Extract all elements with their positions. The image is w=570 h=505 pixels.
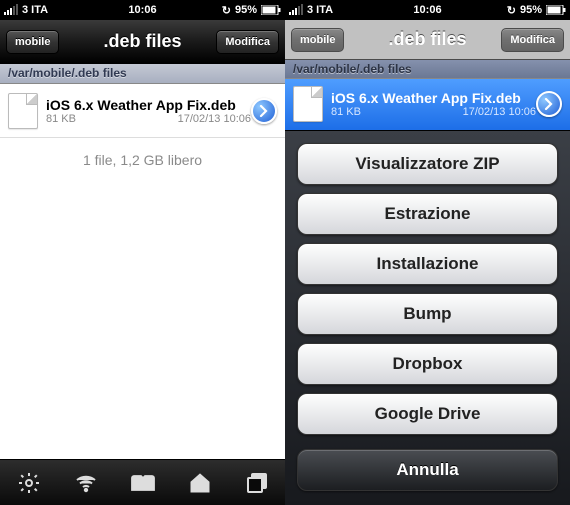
screen-left: 3 ITA 10:06 ↻ 95% mobile .deb files Modi… <box>0 0 285 505</box>
edit-button: Modifica <box>501 28 564 52</box>
page-title: .deb files <box>103 31 181 52</box>
page-title: .deb files <box>388 29 466 50</box>
signal-icon <box>4 5 18 15</box>
lock-orientation-icon: ↻ <box>507 4 516 17</box>
file-name: iOS 6.x Weather App Fix.deb <box>331 90 536 106</box>
file-icon <box>293 86 323 122</box>
wifi-icon[interactable] <box>66 463 106 503</box>
signal-icon <box>289 5 303 15</box>
settings-icon[interactable] <box>9 463 49 503</box>
sheet-google-drive[interactable]: Google Drive <box>297 393 558 435</box>
windows-icon[interactable] <box>237 463 277 503</box>
file-row: iOS 6.x Weather App Fix.deb 81 KB 17/02/… <box>285 79 570 130</box>
file-date: 17/02/13 10:06 <box>178 113 251 125</box>
battery-pct: 95% <box>520 4 542 16</box>
home-icon[interactable] <box>180 463 220 503</box>
action-sheet-overlay: mobile .deb files Modifica /var/mobile/.… <box>285 20 570 505</box>
battery-icon <box>261 5 281 15</box>
file-size: 81 KB <box>46 113 76 125</box>
file-name: iOS 6.x Weather App Fix.deb <box>46 97 251 113</box>
back-button[interactable]: mobile <box>6 30 59 54</box>
sheet-extract[interactable]: Estrazione <box>297 193 558 235</box>
lock-orientation-icon: ↻ <box>222 4 231 17</box>
detail-disclosure-button[interactable] <box>251 98 277 124</box>
sheet-dropbox[interactable]: Dropbox <box>297 343 558 385</box>
detail-disclosure-button <box>536 91 562 117</box>
status-bar: 3 ITA 10:06 ↻ 95% <box>0 0 285 20</box>
back-button: mobile <box>291 28 344 52</box>
sheet-bump[interactable]: Bump <box>297 293 558 335</box>
sheet-zip-viewer[interactable]: Visualizzatore ZIP <box>297 143 558 185</box>
edit-button[interactable]: Modifica <box>216 30 279 54</box>
carrier-label: 3 ITA <box>22 4 48 16</box>
nav-bar: mobile .deb files Modifica <box>0 20 285 64</box>
summary-label: 1 file, 1,2 GB libero <box>0 152 285 168</box>
action-sheet: Visualizzatore ZIP Estrazione Installazi… <box>285 130 570 505</box>
path-bar: /var/mobile/.deb files <box>285 60 570 79</box>
bottom-toolbar <box>0 459 285 505</box>
status-bar: 3 ITA 10:06 ↻ 95% <box>285 0 570 20</box>
battery-pct: 95% <box>235 4 257 16</box>
carrier-label: 3 ITA <box>307 4 333 16</box>
file-icon <box>8 93 38 129</box>
clock: 10:06 <box>413 4 441 16</box>
sheet-install[interactable]: Installazione <box>297 243 558 285</box>
battery-icon <box>546 5 566 15</box>
sheet-cancel[interactable]: Annulla <box>297 449 558 491</box>
file-date: 17/02/13 10:06 <box>463 106 536 118</box>
clock: 10:06 <box>128 4 156 16</box>
path-bar: /var/mobile/.deb files <box>0 64 285 84</box>
bookmarks-icon[interactable] <box>123 463 163 503</box>
nav-bar: mobile .deb files Modifica <box>285 20 570 60</box>
file-row[interactable]: iOS 6.x Weather App Fix.deb 81 KB 17/02/… <box>0 84 285 138</box>
file-size: 81 KB <box>331 106 361 118</box>
screen-right: 3 ITA 10:06 ↻ 95% mobile .deb files Modi… <box>285 0 570 505</box>
